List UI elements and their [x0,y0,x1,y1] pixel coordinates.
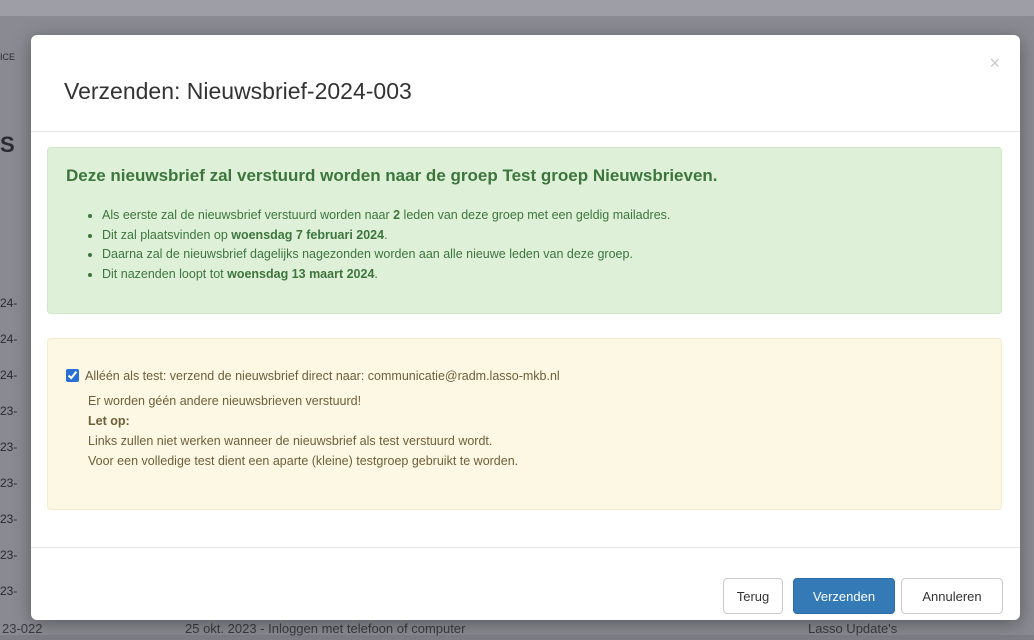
alert-title-prefix: Deze nieuwsbrief zal verstuurd worden na… [66,166,503,185]
back-button[interactable]: Terug [723,578,783,614]
list-item-text: . [374,266,378,281]
list-item: Dit nazenden loopt tot woensdag 13 maart… [102,265,670,285]
close-icon[interactable]: × [989,53,1000,74]
warning-line: Voor een volledige test dient een aparte… [88,454,519,468]
list-item-text: Dit nazenden loopt tot [102,266,228,281]
background-row: 23- [0,512,18,526]
list-item: Dit zal plaatsvinden op woensdag 7 febru… [102,226,670,246]
note-title: Let op: [88,414,130,428]
test-mode-alert: Alléén als test: verzend de nieuwsbrief … [47,338,1002,510]
modal-header: Verzenden: Nieuwsbrief-2024-003 × [31,35,1020,132]
background-row: 23- [0,548,18,562]
background-row: 23- [0,404,18,418]
background-row-category: Lasso Update's [808,621,898,636]
send-newsletter-modal: Verzenden: Nieuwsbrief-2024-003 × Deze n… [31,35,1020,620]
alert-title: Deze nieuwsbrief zal verstuurd worden na… [66,166,718,186]
list-item-text: Daarna zal de nieuwsbrief dagelijks nage… [102,247,633,261]
send-button[interactable]: Verzenden [793,578,895,614]
background-row: 24- [0,296,18,310]
warning-line: Er worden géén andere nieuwsbrieven vers… [88,394,362,408]
cancel-button[interactable]: Annuleren [901,578,1003,614]
list-item: Daarna zal de nieuwsbrief dagelijks nage… [102,245,670,265]
background-bottom-row: 23-022 25 okt. 2023 - Inloggen met telef… [0,620,1034,636]
list-item-text: leden van deze groep met een geldig mail… [400,208,671,222]
background-row: 24- [0,368,18,382]
background-left-column: ICE S 24- 24- 24- 23- 23- 23- 23- 23- 23… [0,40,32,640]
test-send-label: Alléén als test: verzend de nieuwsbrief … [85,369,560,383]
modal-title: Verzenden: Nieuwsbrief-2024-003 [64,78,412,104]
warning-line: Links zullen niet werken wanneer de nieu… [88,434,493,448]
test-send-checkbox[interactable] [66,369,79,382]
test-mode-notes: Er worden géén andere nieuwsbrieven vers… [88,391,518,471]
list-item-text: . [384,227,388,242]
modal-footer: Terug Verzenden Annuleren [31,547,1020,621]
background-row: 23- [0,476,18,490]
background-fragment: ICE [0,52,16,62]
background-heading-fragment: S [0,132,15,157]
recipients-info-alert: Deze nieuwsbrief zal verstuurd worden na… [47,147,1002,314]
schedule-list: Als eerste zal de nieuwsbrief verstuurd … [88,206,670,284]
background-row: 23- [0,584,18,598]
background-row-text: 25 okt. 2023 - Inloggen met telefoon of … [185,621,466,636]
background-row: 24- [0,332,18,346]
background-row-id: 23-022 [2,621,43,636]
list-item: Als eerste zal de nieuwsbrief verstuurd … [102,206,670,226]
list-item-bold: woensdag 7 februari 2024 [231,227,385,242]
list-item-bold: woensdag 13 maart 2024 [227,266,375,281]
group-name: Test groep Nieuwsbrieven. [502,166,718,185]
background-topbar [0,0,1034,16]
test-send-checkbox-row[interactable]: Alléén als test: verzend de nieuwsbrief … [66,369,560,383]
list-item-text: Als eerste zal de nieuwsbrief verstuurd … [102,208,394,222]
background-row: 23- [0,440,18,454]
list-item-text: Dit zal plaatsvinden op [102,227,232,242]
